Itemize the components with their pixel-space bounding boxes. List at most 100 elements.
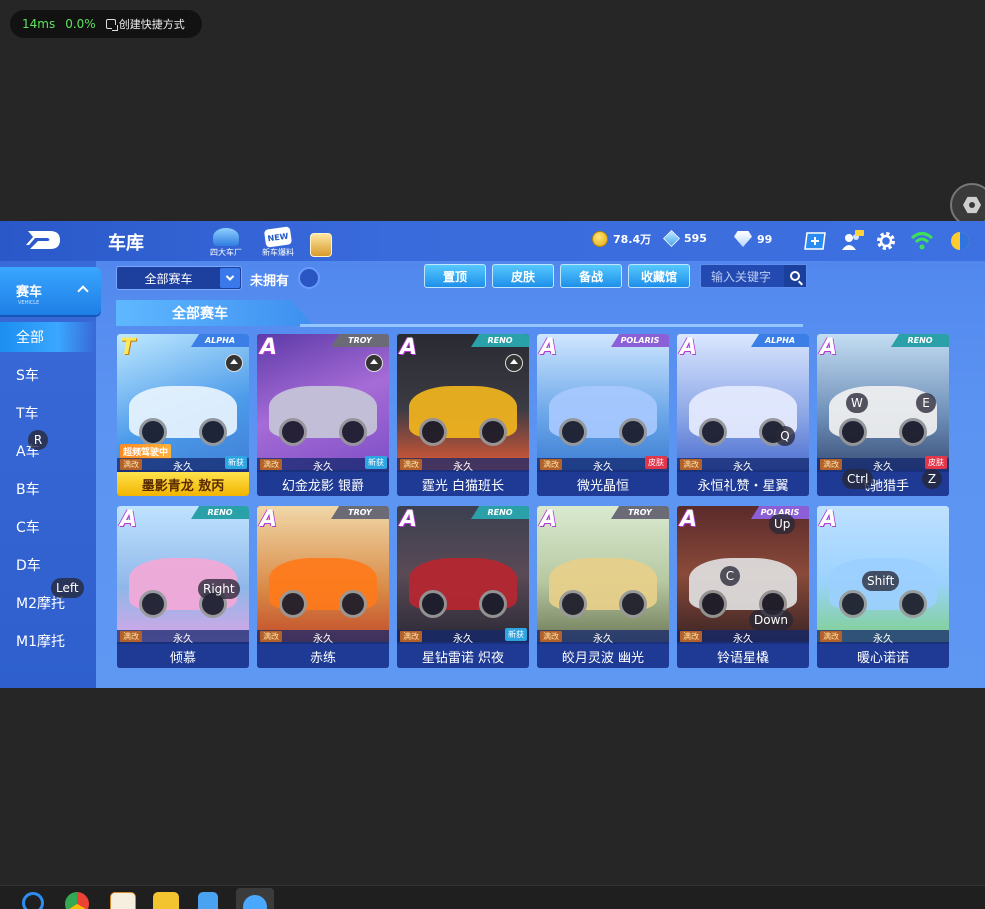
- car-name: 霆光 白猫班长: [397, 472, 529, 496]
- key-overlay-right: Right: [198, 579, 240, 599]
- section-divider: [300, 324, 803, 327]
- ownership-label: 永久: [873, 462, 893, 473]
- car-brand-badge: RENO: [191, 506, 249, 519]
- sidebar-item-label: M1摩托: [16, 634, 65, 650]
- sidebar-item-label: C车: [16, 520, 40, 536]
- car-grade-badge: A: [400, 335, 418, 360]
- ownership-label: 永久: [593, 462, 613, 473]
- car-image: [409, 386, 517, 446]
- latency-readout: 14ms: [22, 17, 56, 31]
- car-image: [689, 558, 797, 618]
- max-mod-badge: 满改: [400, 631, 422, 642]
- car-grade-badge: A: [540, 335, 558, 360]
- sidebar-item-all[interactable]: 全部: [0, 322, 96, 352]
- sidebar-item-label: T车: [16, 406, 39, 422]
- coin-balance[interactable]: 78.4万: [592, 231, 651, 247]
- plus-icon: [804, 232, 826, 250]
- car-card[interactable]: A TROY 满改 永久 赤练: [257, 506, 389, 668]
- dropdown-value: 全部赛车: [144, 271, 193, 286]
- car-type-dropdown[interactable]: 全部赛车: [116, 266, 242, 290]
- network-stats-overlay: 14ms 0.0% 创建快捷方式: [10, 10, 202, 38]
- ownership-label: 永久: [313, 462, 333, 473]
- ownership-label: 永久: [173, 462, 193, 473]
- create-shortcut-button[interactable]: 创建快捷方式: [105, 16, 185, 32]
- car-card[interactable]: A TROY 满改 永久 新获 幻金龙影 银爵: [257, 334, 389, 496]
- search-input[interactable]: 输入关键字: [701, 268, 784, 285]
- sidebar-item-a[interactable]: A车: [0, 436, 96, 466]
- max-mod-badge: 满改: [260, 631, 282, 642]
- sidebar-item-label: D车: [16, 558, 41, 574]
- ownership-label: 永久: [873, 634, 893, 645]
- car-brand-badge: ALPHA: [751, 334, 809, 347]
- unowned-toggle[interactable]: [298, 267, 320, 289]
- sidebar-item-t[interactable]: T车: [0, 398, 96, 428]
- pin-top-button[interactable]: 置顶: [424, 264, 486, 288]
- vehicle-category-header[interactable]: 赛车 VEHICLE: [0, 267, 101, 315]
- card-tag-badge: 皮肤: [645, 456, 667, 469]
- max-mod-badge: 满改: [400, 459, 422, 470]
- car-factory-icon: [213, 228, 239, 246]
- new-car-news-button[interactable]: NEW 新车爆料: [256, 224, 300, 258]
- category-sidebar: 赛车 VEHICLE 全部 S车 T车 A车 B车 C车 D车 M2摩托 M1摩…: [0, 261, 101, 688]
- car-factory-button[interactable]: 四大车厂: [204, 224, 248, 258]
- car-image: [269, 558, 377, 618]
- add-button[interactable]: [803, 229, 827, 253]
- diamond-amount: 99: [757, 232, 773, 246]
- new-car-news-icon: NEW: [263, 226, 293, 248]
- search-button[interactable]: [784, 265, 806, 287]
- chrome-app-icon[interactable]: [65, 892, 89, 909]
- skin-button[interactable]: 皮肤: [492, 264, 554, 288]
- game-garage-screen: 车库 四大车厂 NEW 新车爆料 78.4万 595 99 赛车 VEHICLE…: [0, 221, 985, 688]
- top-bar: 车库 四大车厂 NEW 新车爆料 78.4万 595 99: [0, 221, 985, 261]
- sidebar-item-b[interactable]: B车: [0, 474, 96, 504]
- eject-icon[interactable]: [505, 354, 523, 372]
- hex-gear-icon: [963, 196, 981, 214]
- car-grade-badge: A: [120, 507, 138, 532]
- eject-icon[interactable]: [365, 354, 383, 372]
- collection-button[interactable]: 收藏馆: [628, 264, 690, 288]
- chevron-up-icon: [77, 285, 89, 297]
- car-brand-badge: RENO: [891, 334, 949, 347]
- browser-app-icon[interactable]: [22, 892, 44, 909]
- search-box[interactable]: 输入关键字: [700, 264, 807, 288]
- eject-icon[interactable]: [225, 354, 243, 372]
- notepad-app-icon[interactable]: [198, 892, 218, 909]
- card-tag-badge: 新获: [225, 456, 247, 469]
- car-brand-badge: ALPHA: [191, 334, 249, 347]
- car-brand-badge: RENO: [471, 334, 529, 347]
- ownership-label: 永久: [453, 462, 473, 473]
- car-card[interactable]: A RENO 满改 永久 新获 星钻雷诺 炽夜: [397, 506, 529, 668]
- car-card[interactable]: A RENO 满改 永久 霆光 白猫班长: [397, 334, 529, 496]
- car-card[interactable]: A ALPHA 满改 永久 永恒礼赞・星翼: [677, 334, 809, 496]
- friends-button[interactable]: [840, 229, 864, 253]
- player-avatar-button[interactable]: [948, 229, 972, 253]
- car-card[interactable]: A POLARIS 满改 永久 皮肤 微光晶恒: [537, 334, 669, 496]
- sidebar-item-d[interactable]: D车: [0, 550, 96, 580]
- folder-app-icon[interactable]: [153, 892, 179, 909]
- sidebar-item-s[interactable]: S车: [0, 360, 96, 390]
- game-app-icon[interactable]: [110, 892, 136, 909]
- game-logo-icon[interactable]: [24, 228, 62, 252]
- sidebar-item-c[interactable]: C车: [0, 512, 96, 542]
- key-overlay-r: R: [28, 430, 48, 450]
- page-title: 车库: [108, 233, 144, 254]
- car-card[interactable]: T ALPHA 超频驾驶中 满改 永久 新获 墨影青龙 敖丙: [117, 334, 249, 496]
- ownership-label: 永久: [313, 634, 333, 645]
- sidebar-item-m1[interactable]: M1摩托: [0, 626, 96, 656]
- key-overlay-z: Z: [922, 469, 942, 489]
- settings-button[interactable]: [874, 229, 898, 253]
- car-grade-badge: A: [260, 507, 278, 532]
- active-app-tab[interactable]: [236, 888, 274, 909]
- gem-balance[interactable]: 595: [663, 230, 707, 247]
- car-grade-badge: A: [540, 507, 558, 532]
- vehicle-category-label: 赛车: [16, 285, 43, 300]
- max-mod-badge: 满改: [820, 631, 842, 642]
- diamond-balance[interactable]: 99: [734, 231, 772, 247]
- prepare-button[interactable]: 备战: [560, 264, 622, 288]
- friends-icon: [842, 230, 864, 250]
- unowned-label: 未拥有: [250, 274, 290, 289]
- gift-box-button[interactable]: [299, 224, 343, 258]
- car-card[interactable]: A TROY 满改 永久 皎月灵波 幽光: [537, 506, 669, 668]
- max-mod-badge: 满改: [680, 459, 702, 470]
- max-mod-badge: 满改: [120, 631, 142, 642]
